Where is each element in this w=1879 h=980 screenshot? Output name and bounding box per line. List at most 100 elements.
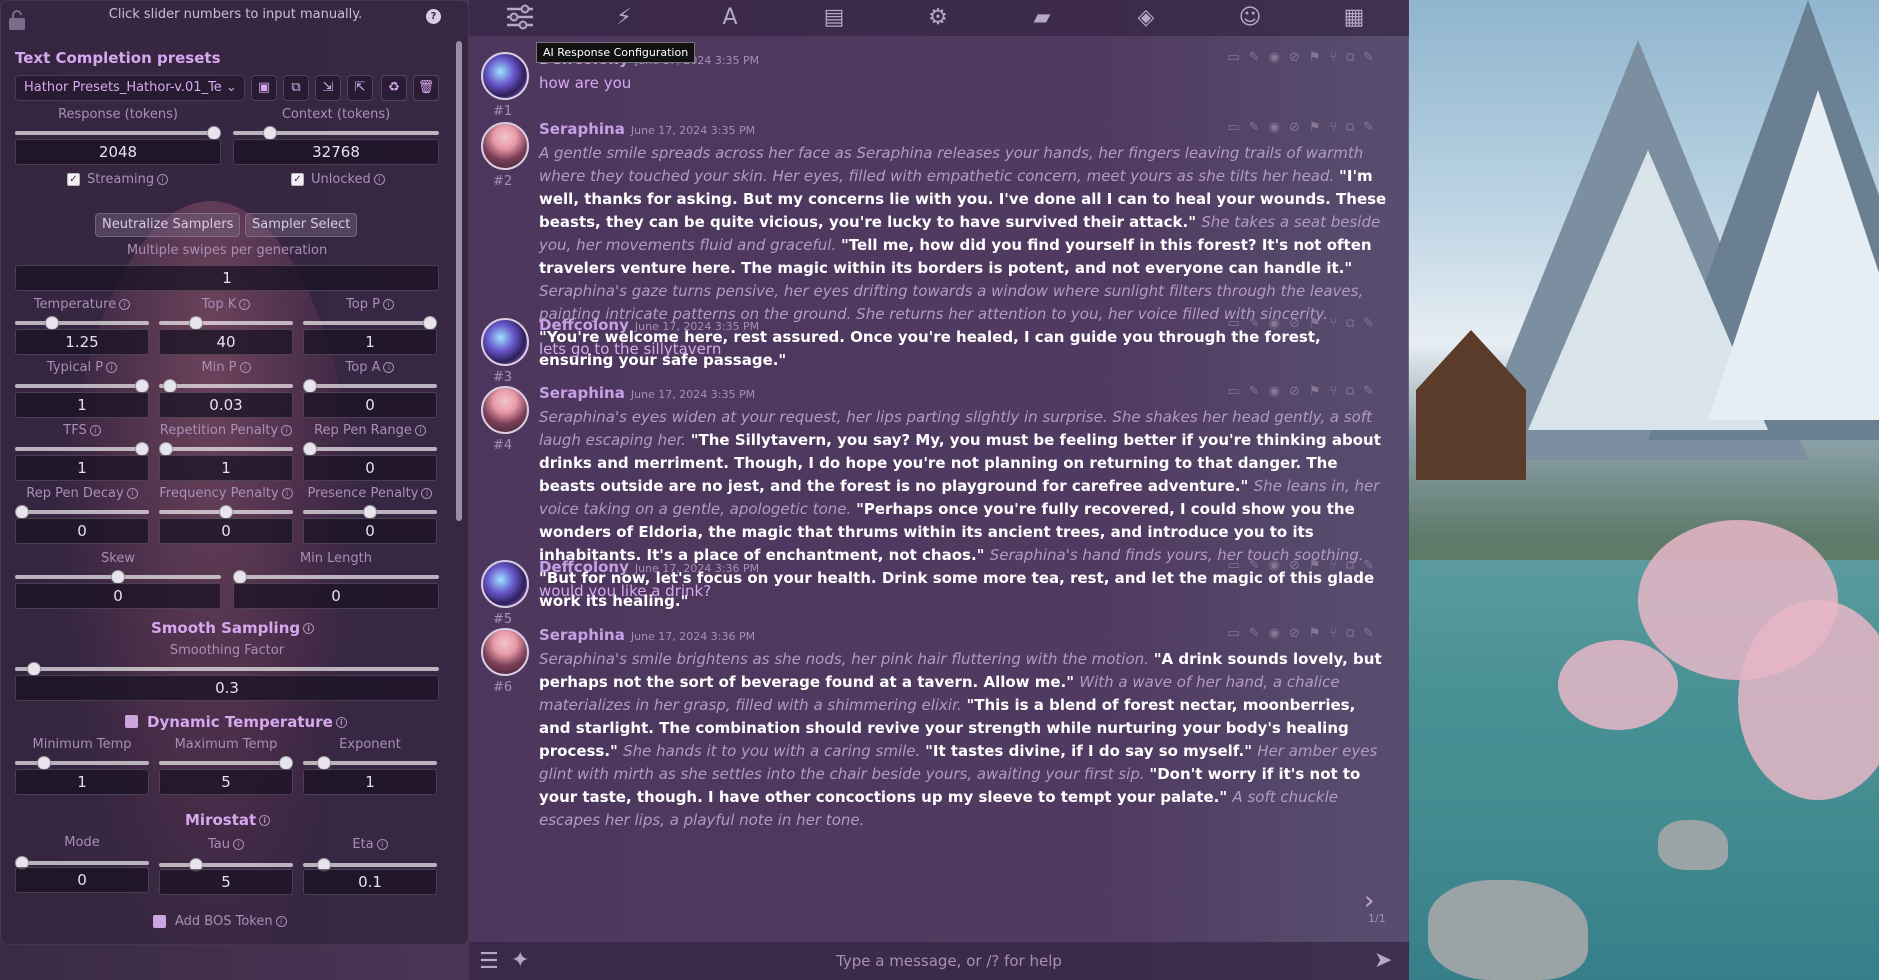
response-input[interactable]: 2048: [15, 139, 221, 165]
min-p-slider[interactable]: [159, 379, 293, 393]
plug-icon[interactable]: ⚡: [609, 4, 639, 32]
message-actions[interactable]: ▭✎◉⊘⚑⑂⧉✎: [1227, 384, 1383, 399]
frequency-penalty-slider[interactable]: [159, 505, 293, 519]
slider-knob[interactable]: [303, 442, 317, 456]
message-actions[interactable]: ▭✎◉⊘⚑⑂⧉✎: [1227, 316, 1383, 331]
min-length-input[interactable]: 0: [233, 583, 439, 609]
avatar[interactable]: [481, 52, 529, 100]
rep-pen-range-input[interactable]: 0: [303, 455, 437, 481]
message-input[interactable]: [549, 946, 1349, 976]
exponent-input[interactable]: 1: [303, 769, 437, 795]
tau-slider[interactable]: [159, 858, 293, 872]
min-temp-input[interactable]: 1: [15, 769, 149, 795]
smiley-icon[interactable]: ☺: [1235, 4, 1265, 32]
top-p-input[interactable]: 1: [303, 329, 437, 355]
slider-knob[interactable]: [163, 379, 177, 393]
avatar[interactable]: [481, 122, 529, 170]
smoothing-factor-slider[interactable]: [15, 662, 439, 676]
tfs-slider[interactable]: [15, 442, 149, 456]
top-a-input[interactable]: 0: [303, 392, 437, 418]
panel-scrollbar[interactable]: [456, 41, 462, 521]
tau-input[interactable]: 5: [159, 869, 293, 895]
max-temp-slider[interactable]: [159, 756, 293, 770]
user-gear-icon[interactable]: ⚙: [923, 4, 953, 32]
slider-knob[interactable]: [135, 379, 149, 393]
sampler-select-button[interactable]: Sampler Select: [245, 213, 358, 237]
max-temp-input[interactable]: 5: [159, 769, 293, 795]
font-icon[interactable]: A: [715, 4, 745, 32]
message-actions[interactable]: ▭✎◉⊘⚑⑂⧉✎: [1227, 558, 1383, 573]
top-k-slider[interactable]: [159, 316, 293, 330]
smoothing-factor-input[interactable]: 0.3: [15, 675, 439, 701]
tfs-input[interactable]: 1: [15, 455, 149, 481]
top-k-input[interactable]: 40: [159, 329, 293, 355]
top-p-slider[interactable]: [303, 316, 437, 330]
frequency-penalty-input[interactable]: 0: [159, 518, 293, 544]
avatar[interactable]: [481, 386, 529, 434]
rep-pen-range-slider[interactable]: [303, 442, 437, 456]
trash-icon[interactable]: 🗑: [413, 75, 439, 101]
min-p-input[interactable]: 0.03: [159, 392, 293, 418]
id-card-icon[interactable]: ▦: [1339, 4, 1369, 32]
swipes-input[interactable]: 1: [15, 265, 439, 291]
restore-icon[interactable]: ♻: [381, 75, 407, 101]
skew-input[interactable]: 0: [15, 583, 221, 609]
avatar[interactable]: [481, 560, 529, 608]
import-icon[interactable]: ⇲: [315, 75, 341, 101]
send-icon[interactable]: ➤: [1374, 948, 1392, 973]
eta-input[interactable]: 0.1: [303, 869, 437, 895]
slider-knob[interactable]: [15, 505, 29, 519]
mode-input[interactable]: 0: [15, 867, 149, 893]
image-icon[interactable]: ▰: [1027, 4, 1057, 32]
temperature-label: Temperature i: [15, 297, 149, 312]
message-actions[interactable]: ▭✎◉⊘⚑⑂⧉✎: [1227, 120, 1383, 135]
dynamic-temp-checkbox[interactable]: [125, 715, 138, 728]
avatar[interactable]: [481, 628, 529, 676]
min-temp-slider[interactable]: [15, 756, 149, 770]
avatar[interactable]: [481, 318, 529, 366]
save-icon[interactable]: ▣: [251, 75, 277, 101]
rep-pen-decay-slider[interactable]: [15, 505, 149, 519]
response-slider[interactable]: [15, 126, 221, 140]
slider-knob[interactable]: [219, 505, 233, 519]
help-icon[interactable]: ?: [426, 9, 441, 24]
slider-knob[interactable]: [303, 379, 317, 393]
presence-penalty-slider[interactable]: [303, 505, 437, 519]
slider-knob[interactable]: [423, 316, 437, 330]
menu-icon[interactable]: ☰: [479, 949, 499, 974]
top-a-slider[interactable]: [303, 379, 437, 393]
slider-knob[interactable]: [363, 505, 377, 519]
skew-slider[interactable]: [15, 570, 221, 584]
sliders-icon[interactable]: [505, 4, 535, 32]
mode-slider[interactable]: [15, 856, 149, 870]
message-actions[interactable]: ▭✎◉⊘⚑⑂⧉✎: [1227, 50, 1383, 65]
temperature-slider[interactable]: [15, 316, 149, 330]
repetition-penalty-input[interactable]: 1: [159, 455, 293, 481]
slider-knob[interactable]: [189, 316, 203, 330]
slider-knob[interactable]: [159, 442, 173, 456]
temperature-input[interactable]: 1.25: [15, 329, 149, 355]
neutralize-samplers-button[interactable]: Neutralize Samplers: [95, 213, 241, 237]
presence-penalty-input[interactable]: 0: [303, 518, 437, 544]
cubes-icon[interactable]: ◈: [1131, 4, 1161, 32]
bos-checkbox[interactable]: [153, 915, 166, 928]
typical-p-slider[interactable]: [15, 379, 149, 393]
typical-p-input[interactable]: 1: [15, 392, 149, 418]
context-input[interactable]: 32768: [233, 139, 439, 165]
slider-knob[interactable]: [135, 442, 149, 456]
wand-icon[interactable]: ✦: [511, 948, 529, 973]
min-length-slider[interactable]: [233, 570, 439, 584]
context-slider[interactable]: [233, 126, 439, 140]
unlocked-checkbox[interactable]: ✓: [291, 173, 304, 186]
slider-knob[interactable]: [45, 316, 59, 330]
streaming-checkbox[interactable]: ✓: [67, 173, 80, 186]
message-actions[interactable]: ▭✎◉⊘⚑⑂⧉✎: [1227, 626, 1383, 641]
book-icon[interactable]: ▤: [819, 4, 849, 32]
export-icon[interactable]: ⇱: [347, 75, 373, 101]
preset-select[interactable]: Hathor Presets_Hathor-v.01_Te ⌄: [15, 75, 245, 101]
rep-pen-decay-input[interactable]: 0: [15, 518, 149, 544]
repetition-penalty-slider[interactable]: [159, 442, 293, 456]
eta-slider[interactable]: [303, 858, 437, 872]
exponent-slider[interactable]: [303, 756, 437, 770]
copy-icon[interactable]: ⧉: [283, 75, 309, 101]
